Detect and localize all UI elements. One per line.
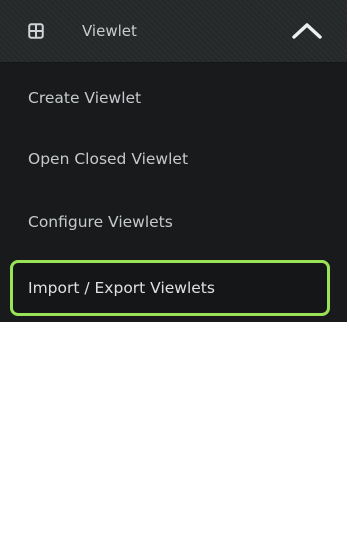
import-export-viewlets-item[interactable]: Import / Export Viewlets (10, 260, 330, 316)
grid-icon (28, 23, 44, 39)
chevron-up-icon[interactable] (291, 20, 323, 40)
configure-viewlets-item[interactable]: Configure Viewlets (28, 212, 173, 232)
viewlet-menu-title: Viewlet (82, 22, 137, 40)
viewlet-menu: Viewlet Create Viewlet Open Closed Viewl… (0, 0, 347, 322)
import-export-viewlets-label: Import / Export Viewlets (28, 279, 215, 297)
create-viewlet-item[interactable]: Create Viewlet (28, 88, 141, 108)
open-closed-viewlet-item[interactable]: Open Closed Viewlet (28, 149, 188, 169)
viewlet-menu-header[interactable]: Viewlet (0, 0, 347, 63)
